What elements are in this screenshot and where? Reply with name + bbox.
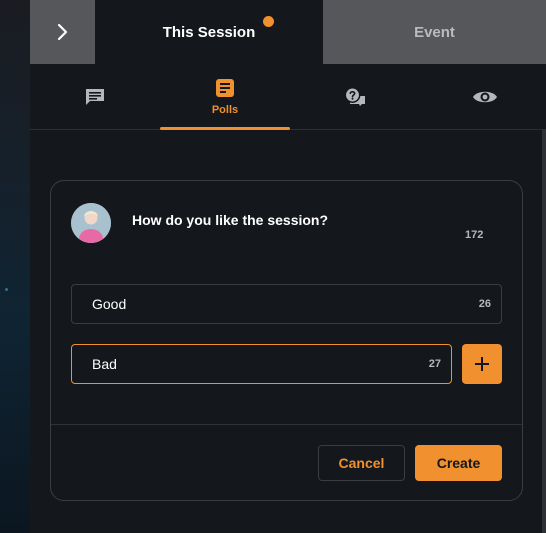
eye-icon <box>473 91 497 103</box>
poll-option-1-count: 26 <box>478 298 491 310</box>
collapse-button[interactable] <box>30 0 95 64</box>
panel-header: This Session Event <box>30 0 546 64</box>
scrollbar[interactable] <box>542 130 546 533</box>
poll-question: How do you like the session? <box>132 212 329 228</box>
backdrop-dot <box>5 288 8 291</box>
tab-event-label: Event <box>414 23 455 41</box>
question-char-count: 172 <box>465 229 484 241</box>
avatar <box>71 203 111 243</box>
plus-icon <box>475 357 489 371</box>
tab-event[interactable]: Event <box>323 0 546 64</box>
qa-icon <box>344 87 365 106</box>
user-avatar-image <box>71 203 111 243</box>
nav-polls[interactable]: Polls <box>160 64 290 130</box>
notification-dot <box>263 16 274 27</box>
nav-qa[interactable] <box>290 64 420 130</box>
card-divider <box>51 424 522 425</box>
session-panel: This Session Event Polls How do you like… <box>30 0 546 533</box>
create-button[interactable]: Create <box>415 445 502 481</box>
tab-this-session-label: This Session <box>162 23 256 41</box>
tab-this-session[interactable]: This Session <box>95 0 323 64</box>
polls-icon <box>216 79 234 97</box>
nav-polls-label: Polls <box>211 104 239 116</box>
cancel-button[interactable]: Cancel <box>318 445 405 481</box>
panel-icon-nav: Polls <box>30 64 546 130</box>
poll-option-1: 26 <box>71 284 502 324</box>
nav-viewers[interactable] <box>420 64 546 130</box>
chat-icon <box>86 89 104 105</box>
poll-option-2-input[interactable] <box>72 345 451 383</box>
poll-editor-card: How do you like the session? 172 26 27 C… <box>50 180 523 501</box>
poll-option-2: 27 <box>71 344 452 384</box>
nav-chat[interactable] <box>30 64 160 130</box>
add-option-button[interactable] <box>462 344 502 384</box>
chevron-right-icon <box>57 23 67 41</box>
poll-option-2-count: 27 <box>428 358 441 370</box>
poll-option-1-input[interactable] <box>72 285 501 323</box>
app-backdrop <box>0 0 30 533</box>
